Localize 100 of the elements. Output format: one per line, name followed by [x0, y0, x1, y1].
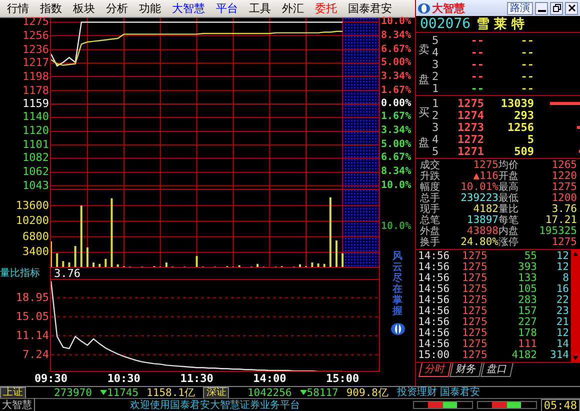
- volume-bar: [104, 258, 107, 267]
- bid-price: 1271: [456, 145, 484, 158]
- stat-value: 195325: [538, 226, 577, 237]
- stat-value: 1275: [472, 160, 498, 171]
- trade-time: 14:56: [418, 295, 451, 306]
- level-number: 2: [432, 70, 440, 83]
- index-change: 11745: [106, 386, 139, 398]
- restore-button[interactable]: [550, 2, 563, 14]
- sell-label: 盘: [418, 72, 430, 86]
- trade-price: 1275: [462, 328, 488, 339]
- menu-item[interactable]: 指数: [35, 0, 67, 16]
- volume-bar: [92, 262, 95, 267]
- bid-price: 1275: [456, 97, 484, 110]
- time-axis-label: 11:30: [180, 372, 214, 386]
- menu-item[interactable]: 板块: [68, 0, 100, 16]
- menu-item[interactable]: 大智慧: [167, 0, 210, 16]
- trade-price: 1275: [462, 251, 488, 262]
- trade-price: 1275: [462, 295, 488, 306]
- eye-logo-icon: [390, 323, 404, 335]
- menu-item[interactable]: 平台: [211, 0, 243, 16]
- percent-axis-label: 0.00%: [381, 98, 412, 110]
- stat-label: 总手: [420, 193, 441, 204]
- stat-value: 10.01%: [460, 182, 498, 193]
- trade-time: 14:56: [418, 262, 451, 273]
- trade-count: 8: [562, 273, 569, 284]
- index-label: 上证: [0, 386, 26, 398]
- trade-count: 314: [549, 350, 569, 361]
- stat-label: 幅度: [420, 182, 441, 193]
- stat-label: 每笔: [498, 215, 520, 226]
- stat-label: 总笔: [420, 215, 441, 226]
- bid-volume: 5: [526, 133, 534, 146]
- volume-bar: [98, 264, 101, 267]
- menu-item[interactable]: 分析: [101, 0, 133, 16]
- stat-value: 1220: [550, 171, 577, 182]
- percent-axis-label: 3.34%: [381, 125, 412, 138]
- stat-label: 最高: [498, 182, 520, 193]
- trade-volume: 393: [517, 262, 537, 273]
- panel-tab[interactable]: 分时: [418, 363, 452, 377]
- panel-tab[interactable]: 财务: [450, 363, 482, 377]
- trade-volume: 55: [523, 251, 537, 262]
- menu-item[interactable]: 功能: [134, 0, 166, 16]
- trade-price: 1275: [462, 273, 488, 284]
- menu-item[interactable]: 国泰君安: [343, 0, 397, 16]
- stat-label: 涨停: [498, 237, 520, 248]
- level-number: 1: [432, 82, 440, 95]
- trade-count: 14: [555, 339, 569, 350]
- stat-label: 量比: [498, 204, 520, 215]
- volume-bar: [86, 247, 88, 267]
- percent-axis-label: 8.34%: [381, 30, 412, 42]
- ask-volume: --: [520, 46, 534, 59]
- stat-label: 换手: [420, 237, 441, 248]
- volume-bar: [299, 264, 302, 267]
- stat-value: 43898: [466, 226, 498, 237]
- minimize-button[interactable]: [535, 2, 548, 14]
- stat-label: 均价: [498, 160, 520, 171]
- trade-time: 14:56: [418, 328, 451, 339]
- bid-price: 1273: [456, 121, 484, 134]
- trade-price: 1275: [462, 284, 488, 295]
- indicator-value: 3.76: [53, 267, 80, 280]
- stat-label: 升跌: [420, 171, 441, 182]
- stat-value: 1275: [550, 182, 577, 193]
- percent-axis-label: 10.0%: [381, 16, 412, 28]
- trade-count: 12: [555, 262, 569, 273]
- price-axis-label: 1217: [22, 57, 49, 70]
- time-axis-label: 10:30: [107, 372, 140, 386]
- buy-label: 买: [418, 104, 430, 120]
- indicator-axis-label: 15.05: [16, 310, 49, 323]
- trade-count: 12: [555, 251, 569, 262]
- level-number: 5: [432, 34, 440, 47]
- stat-label: 开盘: [498, 171, 520, 182]
- trade-price: 1275: [462, 262, 488, 273]
- scrollbar[interactable]: [571, 250, 580, 362]
- percent-axis-label: 6.67%: [381, 152, 412, 164]
- volume-bar: [196, 256, 198, 267]
- trade-time: 15:00: [418, 350, 451, 361]
- percent-axis-label: 1.67%: [381, 111, 412, 124]
- slogan-text: 风云尽在掌握: [392, 251, 402, 317]
- stock-code: 002076: [420, 16, 471, 32]
- volume-bar: [56, 253, 58, 267]
- percent-axis-label: 1.67%: [381, 84, 412, 97]
- roadshow-button[interactable]: 路演: [507, 2, 533, 14]
- volume-bar: [68, 262, 70, 267]
- index-amount: 909.8亿: [346, 386, 389, 398]
- level-number: 3: [432, 58, 440, 71]
- restore-icon: [552, 4, 560, 12]
- menu-item[interactable]: 外汇: [277, 0, 309, 16]
- bid-volume: 509: [513, 145, 534, 158]
- menu-item[interactable]: 工具: [244, 0, 276, 16]
- trade-volume: 111: [517, 339, 537, 350]
- panel-tab[interactable]: 盘口: [480, 363, 514, 377]
- index-change: 58117: [306, 386, 338, 398]
- volume-axis-label: 3400: [22, 246, 49, 258]
- volume-bar: [317, 263, 320, 267]
- bid-price: 1274: [456, 109, 484, 122]
- trade-volume: 178: [517, 328, 537, 339]
- close-button[interactable]: [565, 2, 578, 14]
- menu-item[interactable]: 行情: [2, 0, 34, 16]
- trade-volume: 133: [517, 273, 537, 284]
- down-arrow-icon: [100, 390, 107, 395]
- index-amount: 1158.1亿: [146, 386, 196, 398]
